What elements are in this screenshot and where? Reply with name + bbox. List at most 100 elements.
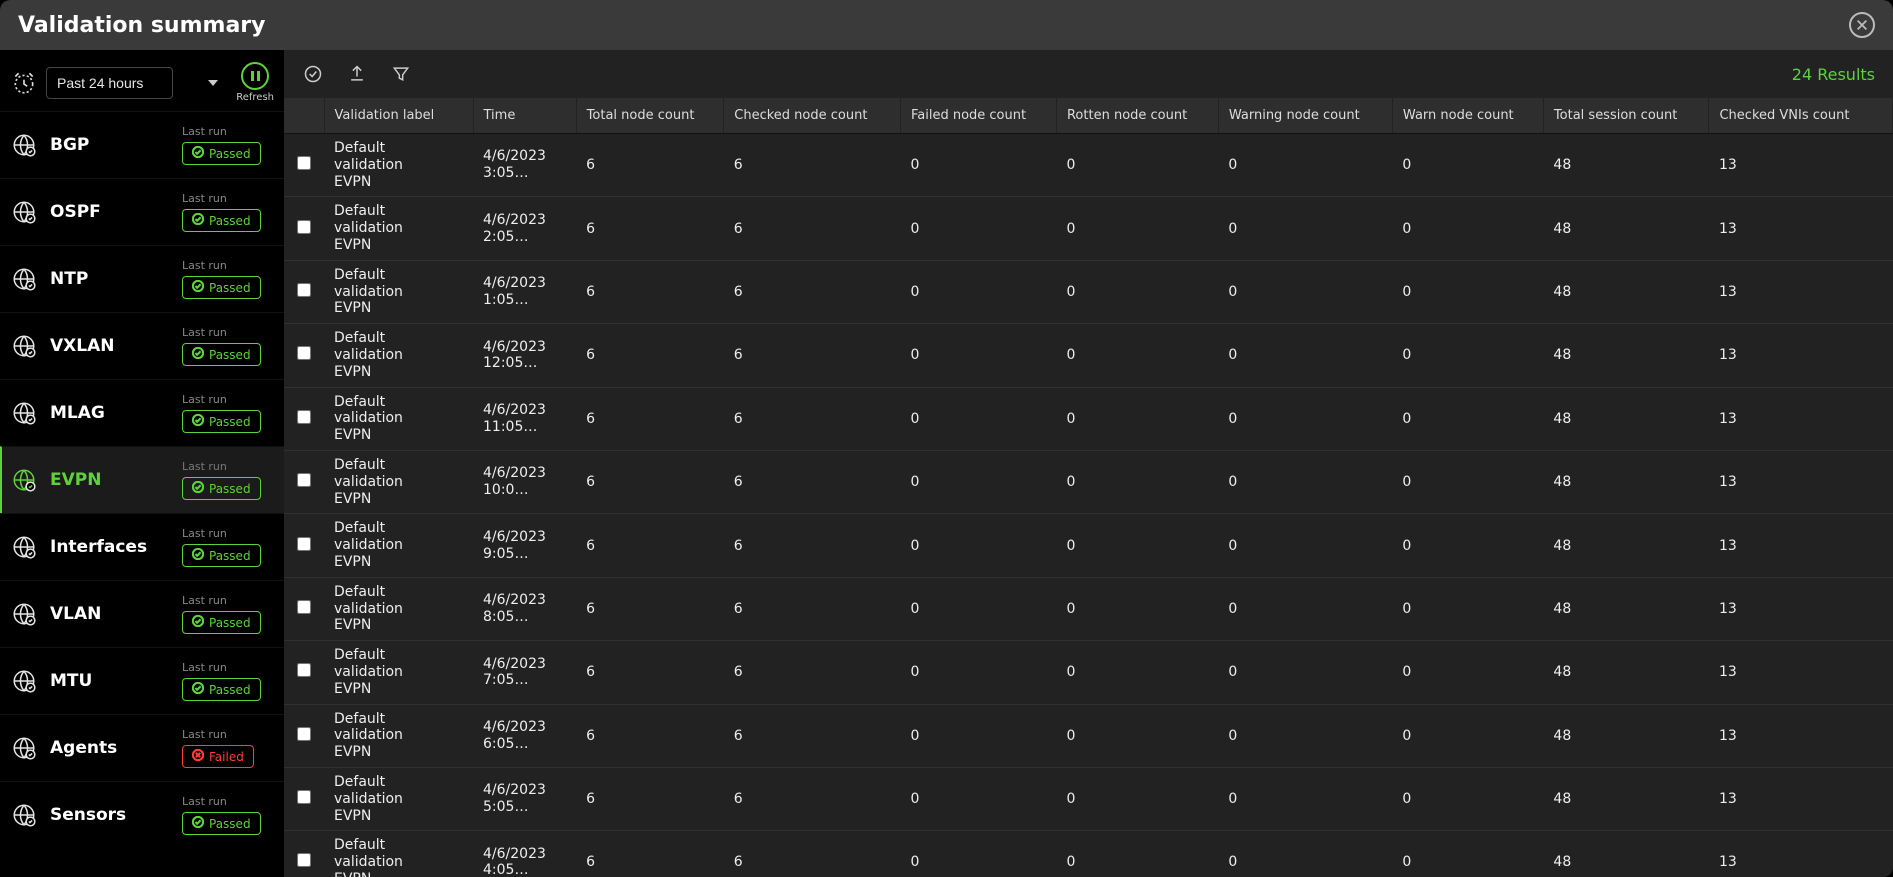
cell-failed-node: 0 xyxy=(900,831,1056,877)
table-row[interactable]: Default validation EVPN 4/6/2023 9:05… 6… xyxy=(284,514,1893,577)
table-row[interactable]: Default validation EVPN 4/6/2023 10:0… 6… xyxy=(284,450,1893,513)
status-badge-label: Failed xyxy=(209,750,244,764)
row-checkbox[interactable] xyxy=(297,410,311,424)
sidebar-item-interfaces[interactable]: Interfaces Last run Passed xyxy=(0,513,284,580)
row-checkbox[interactable] xyxy=(297,283,311,297)
sidebar-item-label: VXLAN xyxy=(50,336,170,356)
passed-icon xyxy=(192,481,204,496)
select-all-button[interactable] xyxy=(302,63,324,85)
sidebar-item-vlan[interactable]: VLAN Last run Passed xyxy=(0,580,284,647)
sidebar-item-ospf[interactable]: OSPF Last run Passed xyxy=(0,178,284,245)
row-checkbox[interactable] xyxy=(297,537,311,551)
status-badge-label: Passed xyxy=(209,616,251,630)
close-button[interactable] xyxy=(1849,12,1875,38)
sidebar-item-bgp[interactable]: BGP Last run Passed xyxy=(0,111,284,178)
refresh-button[interactable]: Refresh xyxy=(236,62,274,103)
cell-warning-node: 0 xyxy=(1218,134,1392,197)
column-header[interactable]: Rotten node count xyxy=(1056,98,1218,134)
cell-total-session: 48 xyxy=(1543,704,1709,767)
sidebar-item-evpn[interactable]: EVPN Last run Passed xyxy=(0,446,284,513)
cell-total-node: 6 xyxy=(576,260,724,323)
cell-total-session: 48 xyxy=(1543,767,1709,830)
sidebar-item-mtu[interactable]: MTU Last run Passed xyxy=(0,647,284,714)
column-header[interactable]: Total node count xyxy=(576,98,724,134)
cell-time: 4/6/2023 10:0… xyxy=(483,465,553,499)
main-panel: 24 Results Validation labelTimeTotal nod… xyxy=(284,50,1893,877)
column-header[interactable]: Warn node count xyxy=(1392,98,1543,134)
cell-validation-label: Default validation EVPN xyxy=(334,330,444,380)
cell-validation-label: Default validation EVPN xyxy=(334,203,444,253)
table-row[interactable]: Default validation EVPN 4/6/2023 4:05… 6… xyxy=(284,831,1893,877)
cell-checked-node: 6 xyxy=(724,260,901,323)
failed-icon xyxy=(192,749,204,764)
results-table-scroll[interactable]: Validation labelTimeTotal node countChec… xyxy=(284,98,1893,877)
app-root: Validation summary Past 24 hours xyxy=(0,0,1893,877)
filter-button[interactable] xyxy=(390,63,412,85)
last-run-label: Last run xyxy=(182,795,227,808)
passed-icon xyxy=(192,682,204,697)
sidebar-item-vxlan[interactable]: VXLAN Last run Passed xyxy=(0,312,284,379)
row-checkbox[interactable] xyxy=(297,473,311,487)
results-table: Validation labelTimeTotal node countChec… xyxy=(284,98,1893,877)
sidebar-item-mlag[interactable]: MLAG Last run Passed xyxy=(0,379,284,446)
sidebar-item-label: OSPF xyxy=(50,202,170,222)
cell-checked-node: 6 xyxy=(724,514,901,577)
column-header[interactable] xyxy=(284,98,324,134)
table-row[interactable]: Default validation EVPN 4/6/2023 6:05… 6… xyxy=(284,704,1893,767)
sidebar-item-ntp[interactable]: NTP Last run Passed xyxy=(0,245,284,312)
table-row[interactable]: Default validation EVPN 4/6/2023 5:05… 6… xyxy=(284,767,1893,830)
sidebar-item-label: MTU xyxy=(50,671,170,691)
sidebar-item-status: Last run Passed xyxy=(182,795,270,835)
export-button[interactable] xyxy=(346,63,368,85)
row-checkbox[interactable] xyxy=(297,156,311,170)
sidebar-list[interactable]: BGP Last run Passed OSPF Last run Passed… xyxy=(0,111,284,877)
table-row[interactable]: Default validation EVPN 4/6/2023 2:05… 6… xyxy=(284,197,1893,260)
column-header[interactable]: Checked VNIs count xyxy=(1709,98,1893,134)
cell-checked-vnis: 13 xyxy=(1709,450,1893,513)
column-header[interactable]: Checked node count xyxy=(724,98,901,134)
status-badge-label: Passed xyxy=(209,817,251,831)
table-row[interactable]: Default validation EVPN 4/6/2023 7:05… 6… xyxy=(284,641,1893,704)
table-row[interactable]: Default validation EVPN 4/6/2023 3:05… 6… xyxy=(284,134,1893,197)
cell-failed-node: 0 xyxy=(900,324,1056,387)
row-checkbox[interactable] xyxy=(297,790,311,804)
cell-time: 4/6/2023 4:05… xyxy=(483,846,553,877)
cell-rotten-node: 0 xyxy=(1056,387,1218,450)
cell-warn-node: 0 xyxy=(1392,641,1543,704)
table-row[interactable]: Default validation EVPN 4/6/2023 1:05… 6… xyxy=(284,260,1893,323)
cell-total-session: 48 xyxy=(1543,260,1709,323)
last-run-label: Last run xyxy=(182,259,227,272)
cell-checked-vnis: 13 xyxy=(1709,324,1893,387)
column-header[interactable]: Warning node count xyxy=(1218,98,1392,134)
row-checkbox[interactable] xyxy=(297,346,311,360)
table-row[interactable]: Default validation EVPN 4/6/2023 11:05… … xyxy=(284,387,1893,450)
time-range-select[interactable]: Past 24 hours xyxy=(46,67,173,99)
cell-validation-label: Default validation EVPN xyxy=(334,520,444,570)
cell-rotten-node: 0 xyxy=(1056,134,1218,197)
cell-time: 4/6/2023 2:05… xyxy=(483,212,553,246)
column-header[interactable]: Failed node count xyxy=(900,98,1056,134)
row-checkbox[interactable] xyxy=(297,853,311,867)
cell-total-node: 6 xyxy=(576,387,724,450)
cell-rotten-node: 0 xyxy=(1056,831,1218,877)
sidebar-item-sensors[interactable]: Sensors Last run Passed xyxy=(0,781,284,848)
row-checkbox[interactable] xyxy=(297,663,311,677)
sidebar-item-agents[interactable]: Agents Last run Failed xyxy=(0,714,284,781)
cell-total-session: 48 xyxy=(1543,641,1709,704)
column-header[interactable]: Time xyxy=(473,98,576,134)
cell-checked-vnis: 13 xyxy=(1709,387,1893,450)
cell-total-session: 48 xyxy=(1543,324,1709,387)
column-header[interactable]: Validation label xyxy=(324,98,473,134)
column-header[interactable]: Total session count xyxy=(1543,98,1709,134)
table-row[interactable]: Default validation EVPN 4/6/2023 12:05… … xyxy=(284,324,1893,387)
row-checkbox[interactable] xyxy=(297,727,311,741)
row-checkbox[interactable] xyxy=(297,220,311,234)
export-icon xyxy=(347,64,367,84)
cell-warning-node: 0 xyxy=(1218,197,1392,260)
sidebar-item-status: Last run Passed xyxy=(182,527,270,567)
status-badge-label: Passed xyxy=(209,348,251,362)
row-checkbox[interactable] xyxy=(297,600,311,614)
status-badge: Passed xyxy=(182,142,261,165)
cell-failed-node: 0 xyxy=(900,197,1056,260)
table-row[interactable]: Default validation EVPN 4/6/2023 8:05… 6… xyxy=(284,577,1893,640)
